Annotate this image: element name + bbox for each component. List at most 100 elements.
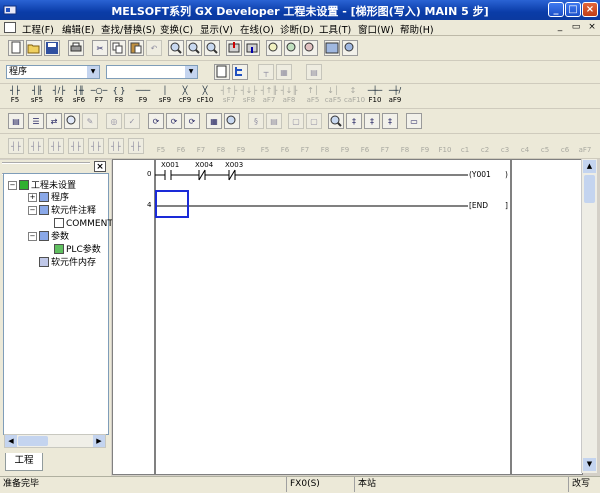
instruction-c4-button[interactable]: c4 <box>516 136 534 156</box>
find-device-button[interactable] <box>168 40 184 56</box>
instruction-button-3[interactable]: ┤├ <box>48 138 64 154</box>
tree-item-parameter[interactable]: − 参数 <box>28 231 69 243</box>
statement-button[interactable]: ‡ <box>382 113 398 129</box>
plc-read-button[interactable] <box>244 40 260 56</box>
zoom-button[interactable] <box>224 113 240 129</box>
list-button[interactable]: ▤ <box>266 113 282 129</box>
undo-button[interactable]: ↶ <box>146 40 162 56</box>
function-key-sf8[interactable]: ┤↓├ sF8 <box>240 86 258 106</box>
used-device-button[interactable]: ‡ <box>364 113 380 129</box>
check-program-button[interactable]: ✓ <box>124 113 140 129</box>
instruction-c3-button[interactable]: c3 <box>496 136 514 156</box>
monitor-write-button[interactable] <box>302 40 318 56</box>
scroll-thumb[interactable] <box>18 436 48 446</box>
instruction-f6-button[interactable]: F6 <box>172 136 190 156</box>
instruction-button-6[interactable]: ┤├ <box>108 138 124 154</box>
collapse-icon[interactable]: − <box>28 206 37 215</box>
function-key-f8[interactable]: { } F8 <box>110 86 128 106</box>
instruction-f5-button[interactable]: F5 <box>152 136 170 156</box>
tree-item-comment[interactable]: COMMENT <box>54 218 113 230</box>
device-batch-monitor-button[interactable] <box>324 40 340 56</box>
function-key-cf10[interactable]: ╳ cF10 <box>196 86 214 106</box>
coil-instruction[interactable]: (Y001 <box>469 170 491 179</box>
instruction-button-7[interactable]: ┤├ <box>128 138 144 154</box>
scroll-right-button[interactable]: ▶ <box>93 435 105 447</box>
instruction-f8b-button[interactable]: F8 <box>316 136 334 156</box>
device-comment-button[interactable]: ▤ <box>8 113 24 129</box>
menu-tools[interactable]: 工具(T) <box>319 22 351 36</box>
function-key-sf9[interactable]: │ sF9 <box>156 86 174 106</box>
cross-reference-button[interactable]: ‡ <box>346 113 362 129</box>
mdi-minimize-button[interactable]: _ <box>555 22 565 32</box>
mdi-restore-button[interactable]: ▭ <box>571 22 581 32</box>
menu-project[interactable]: 工程(F) <box>22 22 54 36</box>
function-key-caf5[interactable]: ↓│ caF5 <box>324 86 342 106</box>
instruction-c6-button[interactable]: c6 <box>556 136 574 156</box>
sfc-button[interactable]: ▤ <box>306 64 322 80</box>
instruction-f10-button[interactable]: F10 <box>436 136 454 156</box>
collapse-icon[interactable]: − <box>8 181 17 190</box>
function-key-af9[interactable]: ─┼/aF9 <box>386 86 404 106</box>
function-key-af7[interactable]: ┤↑╟ aF7 <box>260 86 278 106</box>
instruction-f7c-button[interactable]: F7 <box>376 136 394 156</box>
sequence-button[interactable]: ┬ <box>258 64 274 80</box>
close-button[interactable]: × <box>582 2 598 17</box>
find-contact-coil-button[interactable] <box>204 40 220 56</box>
scroll-up-button[interactable]: ▲ <box>583 160 596 173</box>
find-instruction-button[interactable] <box>186 40 202 56</box>
end-instruction[interactable]: [END <box>469 201 488 210</box>
parameter-button[interactable]: ▦ <box>276 64 292 80</box>
monitor-stop-button[interactable] <box>284 40 300 56</box>
scroll-down-button[interactable]: ▼ <box>583 458 596 471</box>
menu-diagnostics[interactable]: 诊断(D) <box>280 22 314 36</box>
instruction-f8c-button[interactable]: F8 <box>396 136 414 156</box>
menu-view[interactable]: 显示(V) <box>200 22 233 36</box>
new-button[interactable] <box>8 40 24 56</box>
minimize-button[interactable]: _ <box>548 2 564 17</box>
ladder-editor[interactable]: X001 X004 X003 0 (Y001 ) 4 [END ] <box>112 159 583 475</box>
maximize-button[interactable]: □ <box>565 2 581 17</box>
convert-all-button[interactable]: ⟳ <box>166 113 182 129</box>
function-key-f6[interactable]: ┤/├ F6 <box>50 86 68 106</box>
mdi-close-button[interactable]: × <box>587 22 597 32</box>
instruction-f8-button[interactable]: F8 <box>212 136 230 156</box>
instruction-f7-button[interactable]: F7 <box>192 136 210 156</box>
instruction-button-1[interactable]: ┤├ <box>8 138 24 154</box>
ladder-mode-button[interactable]: ☰ <box>28 113 44 129</box>
print-button[interactable] <box>68 40 84 56</box>
instruction-f9-button[interactable]: F9 <box>232 136 250 156</box>
monitor-write-mode-button[interactable]: ✎ <box>82 113 98 129</box>
convert-online-button[interactable]: ⟳ <box>184 113 200 129</box>
instruction-f9c-button[interactable]: F9 <box>416 136 434 156</box>
menu-edit[interactable]: 编辑(E) <box>62 22 94 36</box>
data-name-select[interactable]: ▼ <box>106 65 198 79</box>
tree-item-device-memory[interactable]: 软元件内存 <box>39 257 96 269</box>
instruction-button-5[interactable]: ┤├ <box>88 138 104 154</box>
collapse-icon[interactable]: − <box>28 232 37 241</box>
scroll-thumb[interactable] <box>584 175 595 203</box>
tree-item-device-comment[interactable]: − 软元件注释 <box>28 205 96 217</box>
function-key-f9[interactable]: ─── F9 <box>134 86 152 106</box>
instruction-button-2[interactable]: ┤├ <box>28 138 44 154</box>
instruction-c5-button[interactable]: c5 <box>536 136 554 156</box>
device-test-button[interactable] <box>342 40 358 56</box>
function-key-sf6[interactable]: ┤╫ sF6 <box>70 86 88 106</box>
function-key-f7[interactable]: ─○─ F7 <box>90 86 108 106</box>
expand-icon[interactable]: + <box>28 193 37 202</box>
instruction-f5b-button[interactable]: F5 <box>256 136 274 156</box>
comment-display-button[interactable]: ▦ <box>206 113 222 129</box>
function-key-caf10[interactable]: ↕ caF10 <box>344 86 365 106</box>
mdi-document-icon[interactable] <box>4 22 16 33</box>
search-button[interactable] <box>328 113 344 129</box>
tree-item-plc-parameter[interactable]: PLC参数 <box>54 244 101 256</box>
data-type-select[interactable]: 程序 ▼ <box>6 65 100 79</box>
open-button[interactable] <box>26 40 42 56</box>
function-key-f10[interactable]: ─┼─ F10 <box>366 86 384 106</box>
cut-button[interactable]: ✂ <box>92 40 108 56</box>
tab-project[interactable]: 工程 <box>5 453 43 471</box>
menu-help[interactable]: 帮助(H) <box>400 22 434 36</box>
menu-window[interactable]: 窗口(W) <box>358 22 394 36</box>
function-key-af5[interactable]: ↑│ aF5 <box>304 86 322 106</box>
tree-item-project[interactable]: − 工程未设置 <box>8 180 76 192</box>
save-button[interactable] <box>44 40 60 56</box>
